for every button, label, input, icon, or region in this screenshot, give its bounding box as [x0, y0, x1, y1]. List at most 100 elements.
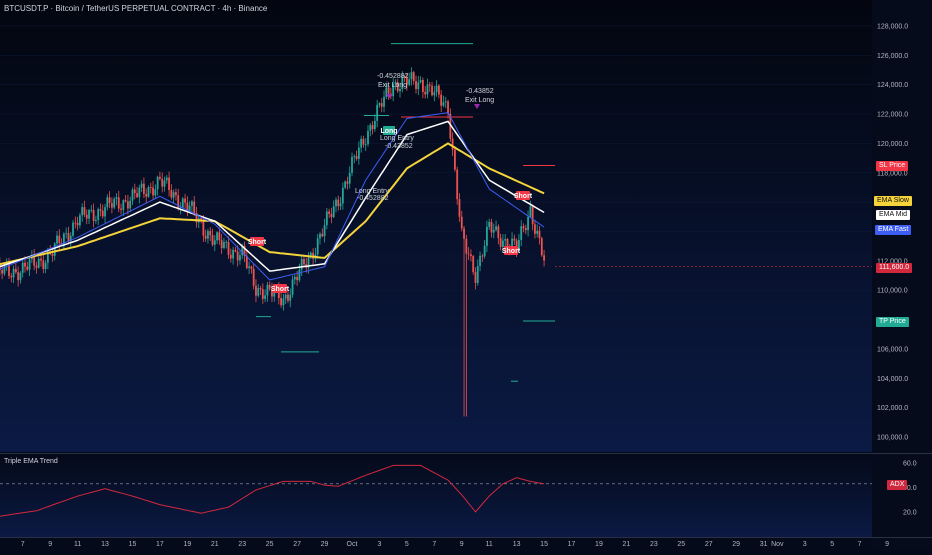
candle: [248, 266, 250, 269]
candle: [479, 255, 481, 266]
exit-long-value: -0.452882: [377, 73, 409, 80]
candle: [488, 221, 491, 227]
candle: [122, 200, 125, 210]
short-signal-label: Short: [271, 286, 290, 293]
candle: [316, 238, 319, 255]
candle: [227, 241, 230, 255]
candle: [383, 96, 385, 107]
candle: [56, 235, 58, 244]
candle: [289, 294, 292, 301]
symbol-title[interactable]: BTCUSDT.P · Bitcoin / TetherUS PERPETUAL…: [4, 4, 267, 13]
candle: [72, 222, 74, 236]
candle: [65, 233, 68, 234]
candle: [264, 295, 267, 299]
candle: [213, 240, 216, 245]
candle: [534, 224, 536, 234]
time-tick-label: 21: [623, 541, 631, 548]
time-tick-label: 3: [803, 541, 807, 548]
candle: [337, 199, 340, 207]
candle: [357, 147, 360, 159]
candle: [21, 262, 24, 273]
candle: [211, 235, 214, 245]
time-tick-label: 7: [432, 541, 436, 548]
candle: [437, 85, 440, 95]
exit-long-value: -0.43852: [466, 88, 494, 95]
candle: [220, 240, 223, 248]
price-tick-label: 118,000.0: [877, 170, 908, 177]
candle: [17, 272, 20, 281]
candle: [538, 230, 541, 239]
candle: [399, 88, 401, 92]
candle: [133, 189, 136, 194]
time-tick-label: 17: [156, 541, 164, 548]
time-tick-label: 23: [650, 541, 658, 548]
candle: [529, 206, 532, 217]
time-tick-label: 19: [183, 541, 191, 548]
candle: [520, 226, 523, 240]
short-signal-label: Short: [502, 248, 521, 255]
candle: [341, 187, 344, 204]
candle: [344, 181, 347, 188]
candle: [293, 277, 296, 280]
candle: [513, 238, 516, 241]
time-tick-label: 3: [377, 541, 381, 548]
candle: [202, 221, 205, 236]
candle: [42, 260, 45, 270]
tp-price-tag: TP Price: [876, 317, 909, 327]
candle: [223, 242, 225, 248]
time-tick-label: 15: [540, 541, 548, 548]
candle: [442, 102, 445, 106]
chart-area[interactable]: Short Short Short Short Long -0.452882 Exit Lo…: [0, 0, 932, 550]
candle: [113, 198, 116, 208]
time-tick-label: 19: [595, 541, 603, 548]
exit-long-label: Exit Long: [378, 82, 407, 89]
candle: [280, 297, 283, 306]
time-tick-label: 11: [486, 541, 493, 548]
candle: [156, 176, 159, 190]
price-chart-svg[interactable]: Short Short Short Short Long -0.452882 Exit Lo…: [0, 0, 932, 550]
candle: [481, 255, 484, 257]
candle: [460, 216, 463, 229]
candle: [94, 219, 97, 221]
time-tick-label: Nov: [771, 541, 784, 548]
candle: [19, 272, 22, 281]
candle: [53, 243, 56, 256]
candle: [490, 221, 493, 233]
candle: [115, 197, 118, 199]
candle: [421, 79, 424, 92]
candle: [376, 104, 379, 121]
candle: [120, 208, 122, 210]
candle: [522, 226, 525, 229]
candle: [129, 200, 132, 209]
time-tick-label: 25: [266, 541, 274, 548]
candle: [424, 91, 427, 95]
candle: [371, 125, 374, 130]
time-tick-label: 31: [760, 541, 768, 548]
price-tick-label: 106,000.0: [877, 346, 908, 353]
main-pane-background: [0, 0, 872, 452]
candle: [143, 183, 145, 194]
candle: [497, 226, 500, 238]
time-tick-label: 29: [321, 541, 329, 548]
candle: [408, 79, 411, 85]
indicator-title[interactable]: Triple EMA Trend: [4, 458, 58, 465]
candle: [1, 269, 4, 274]
candle: [51, 254, 54, 256]
candle: [328, 211, 331, 214]
candle: [181, 198, 184, 208]
candle: [495, 226, 497, 230]
candle: [26, 266, 29, 270]
candle: [74, 222, 77, 224]
ema-slow-tag: EMA Slow: [874, 196, 912, 206]
candle: [154, 189, 157, 196]
time-tick-label: 5: [405, 541, 409, 548]
candle: [168, 177, 170, 191]
candle: [346, 181, 349, 184]
candle: [138, 187, 141, 198]
candle: [303, 258, 305, 265]
candle: [540, 238, 543, 256]
candle: [486, 226, 488, 246]
time-tick-label: 7: [858, 541, 862, 548]
candle: [351, 156, 353, 173]
candle: [428, 84, 431, 86]
